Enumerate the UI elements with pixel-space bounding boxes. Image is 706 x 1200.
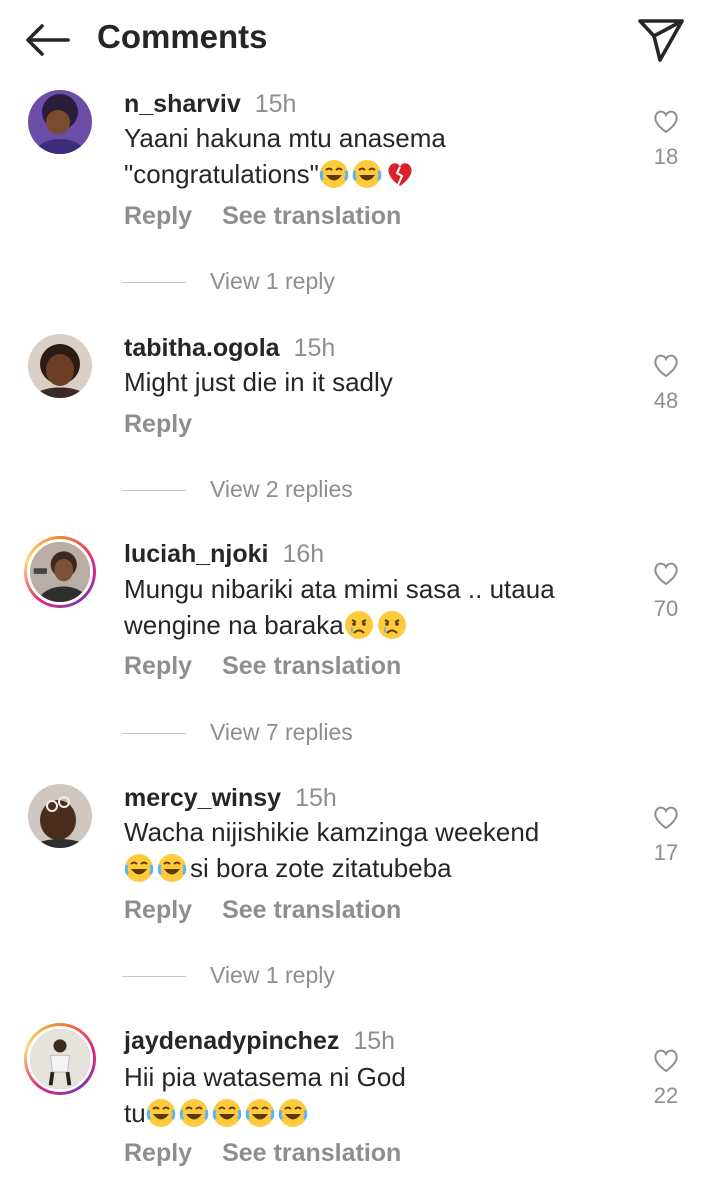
reply-button[interactable]: Reply (124, 1139, 192, 1167)
view-replies-label: View 1 reply (210, 268, 335, 294)
broken-heart-emoji-icon (385, 159, 415, 189)
heart-icon[interactable] (652, 804, 680, 830)
heart-icon[interactable] (652, 1047, 680, 1073)
comment-actions: Reply See translation (124, 1139, 401, 1168)
username[interactable]: jaydenadypinchez (124, 1027, 339, 1055)
laughing-crying-emoji-icon (352, 159, 382, 189)
like-area: 17 (648, 804, 684, 866)
comment-body-line-1: Wacha nijishikie kamzinga weekend (124, 817, 540, 847)
comment-body-tail: tu (124, 1098, 146, 1128)
like-area: 48 (648, 352, 684, 414)
timestamp: 16h (282, 540, 325, 568)
comment-meta: tabitha.ogola 15h (124, 334, 335, 363)
avatar-photo (28, 334, 92, 398)
divider-line (122, 490, 186, 491)
username[interactable]: mercy_winsy (124, 784, 281, 812)
reply-button[interactable]: Reply (124, 896, 192, 924)
view-replies-label: View 2 replies (210, 476, 353, 502)
heart-icon[interactable] (652, 560, 680, 586)
divider-line (122, 976, 186, 977)
divider-line (122, 733, 186, 734)
view-replies-label: View 1 reply (210, 962, 335, 988)
header-bar: Comments (0, 0, 706, 80)
avatar-story-ring[interactable] (24, 1023, 96, 1095)
back-button[interactable] (22, 20, 72, 60)
timestamp: 15h (293, 334, 336, 362)
comment-actions: Reply See translation (124, 652, 401, 681)
timestamp: 15h (254, 90, 297, 118)
avatar[interactable] (28, 334, 92, 398)
comment-meta: jaydenadypinchez 15h (124, 1027, 395, 1056)
reply-button[interactable]: Reply (124, 410, 192, 438)
avatar-photo (30, 1029, 90, 1089)
laughing-crying-emoji-icon (278, 1098, 308, 1128)
comment-meta: mercy_winsy 15h (124, 784, 337, 813)
avatar-story-ring[interactable] (24, 536, 96, 608)
arrow-left-icon (26, 24, 70, 56)
laughing-crying-emoji-icon (124, 853, 154, 883)
reply-button[interactable]: Reply (124, 652, 192, 680)
avatar-photo (28, 784, 92, 848)
crying-emoji-icon (344, 610, 374, 640)
like-count: 17 (653, 840, 679, 865)
laughing-crying-emoji-icon (157, 853, 187, 883)
comment-body-line-2: si bora zote zitatubeba (124, 850, 604, 886)
like-area: 70 (648, 560, 684, 622)
heart-icon[interactable] (652, 352, 680, 378)
avatar-photo (30, 542, 90, 602)
timestamp: 15h (353, 1027, 396, 1055)
comment-actions: Reply See translation (124, 896, 401, 925)
comment-text: Wacha nijishikie kamzinga weekend si bor… (124, 814, 604, 886)
comment-text: Yaani hakuna mtu anasema "congratulation… (124, 120, 584, 192)
comment-actions: Reply (124, 410, 192, 439)
like-area: 22 (648, 1047, 684, 1109)
avatar[interactable] (28, 784, 92, 848)
like-count: 18 (653, 144, 679, 169)
comment-text: Might just die in it sadly (124, 367, 393, 397)
comment-body-line-2: tu (124, 1095, 604, 1131)
like-count: 70 (653, 596, 679, 621)
like-area: 18 (648, 108, 684, 170)
timestamp: 15h (295, 784, 337, 812)
username[interactable]: n_sharviv (124, 90, 241, 118)
heart-icon[interactable] (652, 108, 680, 134)
comment-body: Mungu nibariki ata mimi sasa .. utaua we… (124, 574, 555, 640)
see-translation-button[interactable]: See translation (222, 896, 401, 924)
laughing-crying-emoji-icon (245, 1098, 275, 1128)
laughing-crying-emoji-icon (319, 159, 349, 189)
share-button[interactable] (636, 16, 686, 64)
comment-text: Hii pia watasema ni God tu (124, 1059, 604, 1131)
avatar[interactable] (28, 90, 92, 154)
paper-plane-icon (638, 19, 684, 62)
view-replies-label: View 7 replies (210, 719, 353, 745)
comment-meta: n_sharviv 15h (124, 90, 296, 119)
comment-meta: luciah_njoki 16h (124, 540, 324, 569)
like-count: 48 (653, 388, 679, 413)
crying-emoji-icon (377, 610, 407, 640)
divider-line (122, 282, 186, 283)
comment-body-tail: si bora zote zitatubeba (190, 853, 452, 883)
comment-body-line-1: Hii pia watasema ni God (124, 1062, 406, 1092)
like-count: 22 (653, 1083, 679, 1108)
laughing-crying-emoji-icon (179, 1098, 209, 1128)
avatar-photo (28, 90, 92, 154)
comment-text: Mungu nibariki ata mimi sasa .. utaua we… (124, 571, 604, 643)
see-translation-button[interactable]: See translation (222, 202, 401, 230)
page-title: Comments (97, 18, 268, 55)
username[interactable]: luciah_njoki (124, 540, 268, 568)
laughing-crying-emoji-icon (146, 1098, 176, 1128)
see-translation-button[interactable]: See translation (222, 1139, 401, 1167)
laughing-crying-emoji-icon (212, 1098, 242, 1128)
comment-actions: Reply See translation (124, 202, 401, 231)
see-translation-button[interactable]: See translation (222, 652, 401, 680)
reply-button[interactable]: Reply (124, 202, 192, 230)
username[interactable]: tabitha.ogola (124, 334, 280, 362)
